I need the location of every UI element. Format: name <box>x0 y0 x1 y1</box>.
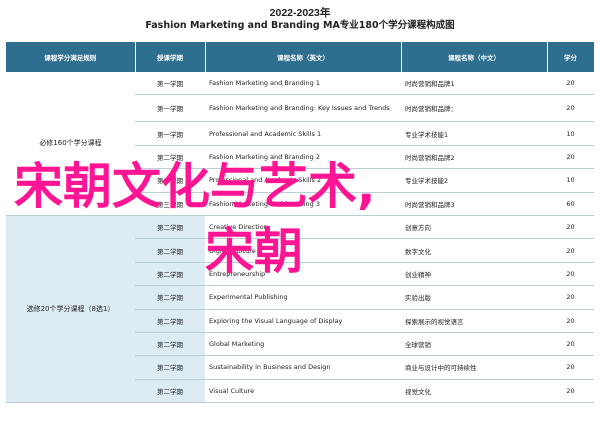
course-zh-cell: 专业学术技能1 <box>401 121 547 146</box>
header-semester: 授课学期 <box>135 42 206 72</box>
credits-cell: 20 <box>547 309 594 333</box>
credits-cell: 20 <box>547 238 594 263</box>
semester-cell: 第二学期 <box>135 379 205 404</box>
semester-cell: 第二学期 <box>135 285 205 310</box>
course-en-cell: Fashion Marketing and Branding: Key Issu… <box>205 94 401 123</box>
course-en-cell: Visual Culture <box>205 379 401 404</box>
semester-cell: 第一学期 <box>135 121 205 146</box>
semester-cell: 第二学期 <box>135 309 205 333</box>
course-zh-cell: 全球营销 <box>401 332 547 357</box>
course-zh-cell: 商业与设计中的可持续性 <box>401 355 547 380</box>
credits-cell: 20 <box>547 94 594 123</box>
overlay-watermark-line2: 宋朝 <box>205 223 304 280</box>
table-row: 必修160个学分课程 第一学期 Fashion Marketing and Br… <box>6 72 594 216</box>
header-name-en: 课程名称（英文） <box>205 42 402 72</box>
course-en-cell: Professional and Academic Skills 1 <box>205 121 401 146</box>
course-en-cell: Fashion Marketing and Branding 1 <box>205 72 401 96</box>
course-zh-cell: 探索展示的视觉语言 <box>401 309 547 333</box>
header-credits: 学分 <box>547 42 595 72</box>
credits-cell: 20 <box>547 332 594 357</box>
credits-cell: 20 <box>547 262 594 287</box>
course-zh-cell: 时尚营销和品牌： <box>401 94 547 123</box>
overlay-watermark-line1: 宋朝文化与艺术, <box>14 158 376 215</box>
course-zh-cell: 视觉文化 <box>401 379 547 404</box>
semester-cell: 第二学期 <box>135 332 205 357</box>
page-title: Fashion Marketing and Branding MA专业180个学… <box>145 20 455 31</box>
table-header-row: 课程学分满足规则 授课学期 课程名称（英文） 课程名称（中文） 学分 <box>6 42 595 72</box>
course-en-cell: Exploring the Visual Language of Display <box>205 309 401 333</box>
credits-cell: 20 <box>547 145 594 170</box>
course-zh-cell: 创意方向 <box>401 215 547 240</box>
course-en-cell: Experimental Publishing <box>205 285 401 310</box>
course-en-cell: Sustainability in Business and Design <box>205 355 401 380</box>
course-zh-cell: 时尚营销和品牌1 <box>401 72 547 96</box>
course-zh-cell: 数字文化 <box>401 238 547 263</box>
header-rule: 课程学分满足规则 <box>6 42 136 72</box>
course-en-cell: Global Marketing <box>205 332 401 357</box>
semester-cell: 第一学期 <box>135 72 205 96</box>
rule-cell-elective: 选修20个学分课程（8选1） <box>6 215 135 404</box>
credits-cell: 10 <box>547 121 594 146</box>
course-zh-cell: 时尚营销和品牌3 <box>401 192 547 216</box>
credits-cell: 20 <box>547 379 594 404</box>
credits-cell: 20 <box>547 355 594 380</box>
course-zh-cell: 创业精神 <box>401 262 547 287</box>
semester-cell: 第二学期 <box>135 238 205 263</box>
semester-cell: 第二学期 <box>135 262 205 287</box>
semester-cell: 第二学期 <box>135 215 205 240</box>
course-zh-cell: 实验出版 <box>401 285 547 310</box>
credits-cell: 20 <box>547 215 594 240</box>
course-zh-cell: 专业学术技能2 <box>401 168 547 193</box>
credits-cell: 60 <box>547 192 594 216</box>
credits-cell: 20 <box>547 285 594 310</box>
credits-cell: 20 <box>547 72 594 96</box>
header-name-zh: 课程名称（中文） <box>401 42 548 72</box>
semester-cell: 第一学期 <box>135 94 205 123</box>
credits-cell: 10 <box>547 168 594 193</box>
course-zh-cell: 时尚营销和品牌2 <box>401 145 547 170</box>
semester-cell: 第二学期 <box>135 355 205 380</box>
